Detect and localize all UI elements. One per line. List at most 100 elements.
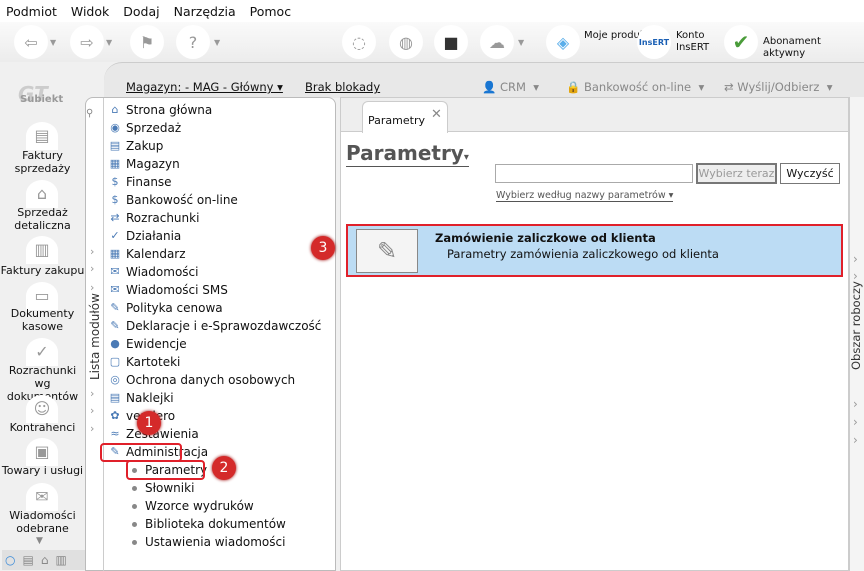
loading-icon[interactable]: ◌ bbox=[342, 25, 376, 59]
basket-mini-icon[interactable]: ⌂ bbox=[41, 553, 49, 567]
bullet-icon bbox=[132, 503, 137, 509]
module-item[interactable]: ▢ Kartoteki bbox=[108, 353, 181, 371]
account-icon[interactable]: InsERT bbox=[637, 25, 671, 59]
products-icon[interactable]: ◈ bbox=[546, 25, 580, 59]
module-item[interactable]: ◎ Ochrona danych osobowych bbox=[108, 371, 295, 389]
clear-button[interactable]: Wyczyść bbox=[780, 163, 840, 184]
module-icon: ● bbox=[110, 337, 120, 350]
box-icon[interactable]: ■ bbox=[434, 25, 468, 59]
document-edit-icon: ✎ bbox=[356, 229, 418, 273]
nav-dokumenty-kasowe[interactable]: Dokumenty kasowe bbox=[0, 307, 85, 333]
check-documents-icon: ✓ bbox=[26, 338, 58, 366]
nav-towary-uslugi[interactable]: Towary i usługi bbox=[0, 464, 85, 477]
module-item[interactable]: ▤ Zakup bbox=[108, 137, 164, 155]
menu-podmiot[interactable]: Podmiot bbox=[6, 4, 57, 19]
nav-faktury-zakupu[interactable]: Faktury zakupu bbox=[0, 264, 85, 277]
help-icon[interactable]: ? bbox=[176, 25, 210, 59]
nav-faktury-sprzedazy[interactable]: Faktury sprzedaży bbox=[0, 149, 85, 175]
module-item[interactable]: ⇄ Rozrachunki bbox=[108, 209, 199, 227]
module-icon: ✉ bbox=[110, 283, 120, 296]
close-tab-icon[interactable]: ✕ bbox=[431, 107, 442, 122]
module-icon: ⌂ bbox=[111, 103, 119, 116]
module-item[interactable]: ✉ Wiadomości bbox=[108, 263, 198, 281]
menu-pomoc[interactable]: Pomoc bbox=[250, 4, 291, 19]
globe-icon[interactable]: ◍ bbox=[389, 25, 423, 59]
submodule-item-label: Słowniki bbox=[145, 481, 195, 495]
tab-parametry[interactable]: Parametry ✕ bbox=[362, 101, 448, 133]
coins-mini-icon[interactable]: ▤ bbox=[22, 553, 33, 567]
nav-kontrahenci[interactable]: Kontrahenci bbox=[0, 421, 85, 434]
forward-icon[interactable]: ⇨ bbox=[70, 25, 104, 59]
sidebar-mini-nav: ○ ▤ ⌂ ▥ bbox=[2, 550, 86, 570]
step-badge-2: 2 bbox=[212, 456, 236, 480]
module-item[interactable]: ▦ Magazyn bbox=[108, 155, 180, 173]
module-item[interactable]: $ Bankowość on-line bbox=[108, 191, 238, 209]
scroll-down-icon[interactable]: ▼ bbox=[36, 536, 43, 546]
back-icon[interactable]: ⇦ bbox=[14, 25, 48, 59]
wyslij-odbierz-menu[interactable]: ⇄ Wyślij/Odbierz ▾ bbox=[724, 80, 833, 94]
module-item-label: Finanse bbox=[126, 175, 172, 189]
bankowosc-menu[interactable]: 🔒 Bankowość on-line ▾ bbox=[566, 80, 704, 94]
step-badge-1: 1 bbox=[137, 411, 161, 435]
module-item[interactable]: $ Finanse bbox=[108, 173, 172, 191]
shield-check-icon[interactable]: ✔ bbox=[724, 25, 758, 59]
abonament-button[interactable]: Abonament aktywny bbox=[763, 36, 864, 60]
module-item-label: Ochrona danych osobowych bbox=[126, 373, 296, 387]
result-item[interactable]: ✎ Zamówienie zaliczkowe od klienta Param… bbox=[346, 224, 843, 277]
submodule-item[interactable]: Ustawienia wiadomości bbox=[132, 533, 285, 551]
module-icon: ▤ bbox=[109, 391, 121, 404]
module-icon: ◉ bbox=[110, 121, 120, 134]
submodule-item-label: Wzorce wydruków bbox=[145, 499, 254, 513]
magazyn-dropdown[interactable]: Magazyn: - MAG - Główny ▾ bbox=[126, 80, 283, 94]
module-item[interactable]: ▦ Kalendarz bbox=[108, 245, 186, 263]
module-item-label: Strona główna bbox=[126, 103, 213, 117]
nav-sprzedaz-detaliczna[interactable]: Sprzedaż detaliczna bbox=[0, 206, 85, 232]
pin-icon[interactable]: ⚲ bbox=[86, 108, 93, 119]
module-icon: ▢ bbox=[109, 355, 121, 368]
choose-now-button[interactable]: Wybierz teraz bbox=[696, 163, 777, 184]
goods-icon: ▣ bbox=[26, 438, 58, 466]
module-icon: ▤ bbox=[109, 139, 121, 152]
module-item-label: Magazyn bbox=[126, 157, 180, 171]
submodule-item[interactable]: Wzorce wydruków bbox=[132, 497, 254, 515]
page-title[interactable]: Parametry▾ bbox=[346, 141, 469, 167]
flag-icon[interactable]: ⚑ bbox=[130, 25, 164, 59]
circle-icon[interactable]: ○ bbox=[5, 553, 15, 567]
menu-narzedzia[interactable]: Narzędzia bbox=[174, 4, 236, 19]
module-item[interactable]: ▤ Naklejki bbox=[108, 389, 174, 407]
bullet-icon bbox=[132, 485, 137, 491]
crm-menu[interactable]: 👤 CRM ▾ bbox=[482, 80, 539, 94]
filter-dropdown[interactable]: Wybierz według nazwy parametrów ▾ bbox=[496, 190, 674, 202]
workspace-label: Obszar roboczy bbox=[849, 281, 863, 370]
cloud-icon[interactable]: ☁ bbox=[480, 25, 514, 59]
module-item[interactable]: ⌂ Strona główna bbox=[108, 101, 213, 119]
brak-blokady-link[interactable]: Brak blokady bbox=[305, 80, 380, 94]
basket-icon: ⌂ bbox=[26, 180, 58, 208]
module-icon: ✿ bbox=[110, 409, 120, 422]
highlight-parametry bbox=[126, 460, 205, 480]
module-item[interactable]: ✓ Działania bbox=[108, 227, 181, 245]
search-input[interactable] bbox=[495, 164, 693, 183]
konto-button[interactable]: Konto InsERT bbox=[676, 30, 716, 54]
module-item[interactable]: ● Ewidencje bbox=[108, 335, 186, 353]
module-icon: $ bbox=[111, 175, 119, 188]
module-item[interactable]: ✉ Wiadomości SMS bbox=[108, 281, 227, 299]
step-badge-3: 3 bbox=[311, 236, 335, 260]
menu-dodaj[interactable]: Dodaj bbox=[123, 4, 159, 19]
result-description: Parametry zamówienia zaliczkowego od kli… bbox=[447, 247, 719, 261]
module-icon: ✉ bbox=[110, 265, 120, 278]
menu-widok[interactable]: Widok bbox=[71, 4, 109, 19]
module-item[interactable]: ✎ Polityka cenowa bbox=[108, 299, 222, 317]
binders-mini-icon[interactable]: ▥ bbox=[55, 553, 66, 567]
module-item[interactable]: ◉ Sprzedaż bbox=[108, 119, 181, 137]
module-icon: ≈ bbox=[110, 427, 120, 440]
module-item-label: Zakup bbox=[126, 139, 164, 153]
module-item-label: Zestawienia bbox=[126, 427, 199, 441]
module-icon: ▦ bbox=[109, 157, 121, 170]
module-icon: ✓ bbox=[110, 229, 120, 242]
module-item-label: Bankowość on-line bbox=[126, 193, 238, 207]
submodule-item[interactable]: Biblioteka dokumentów bbox=[132, 515, 286, 533]
module-item[interactable]: ✎ Deklaracje i e-Sprawozdawczość bbox=[108, 317, 321, 335]
nav-wiadomosci-odebrane[interactable]: Wiadomości odebrane bbox=[0, 509, 85, 535]
submodule-item[interactable]: Słowniki bbox=[132, 479, 194, 497]
